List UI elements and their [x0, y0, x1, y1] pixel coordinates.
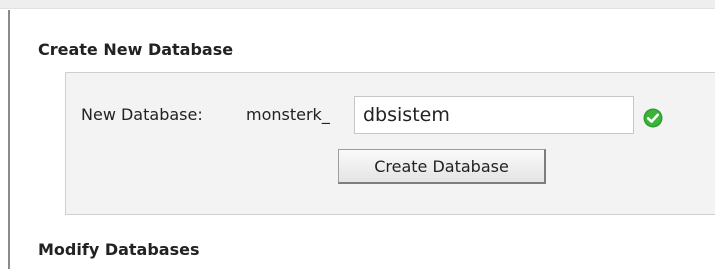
top-bar	[0, 0, 715, 9]
check-circle-icon	[643, 108, 663, 128]
create-database-button[interactable]: Create Database	[338, 149, 546, 184]
database-prefix: monsterk_	[246, 105, 330, 124]
modify-databases-heading: Modify Databases	[38, 240, 200, 259]
page: Create New Database New Database: monste…	[0, 0, 715, 269]
create-database-heading: Create New Database	[38, 40, 234, 59]
new-database-label: New Database:	[81, 105, 203, 124]
create-database-panel: New Database: monsterk_ Create Database	[65, 72, 715, 215]
new-database-input[interactable]	[354, 96, 634, 134]
left-border	[8, 10, 10, 269]
